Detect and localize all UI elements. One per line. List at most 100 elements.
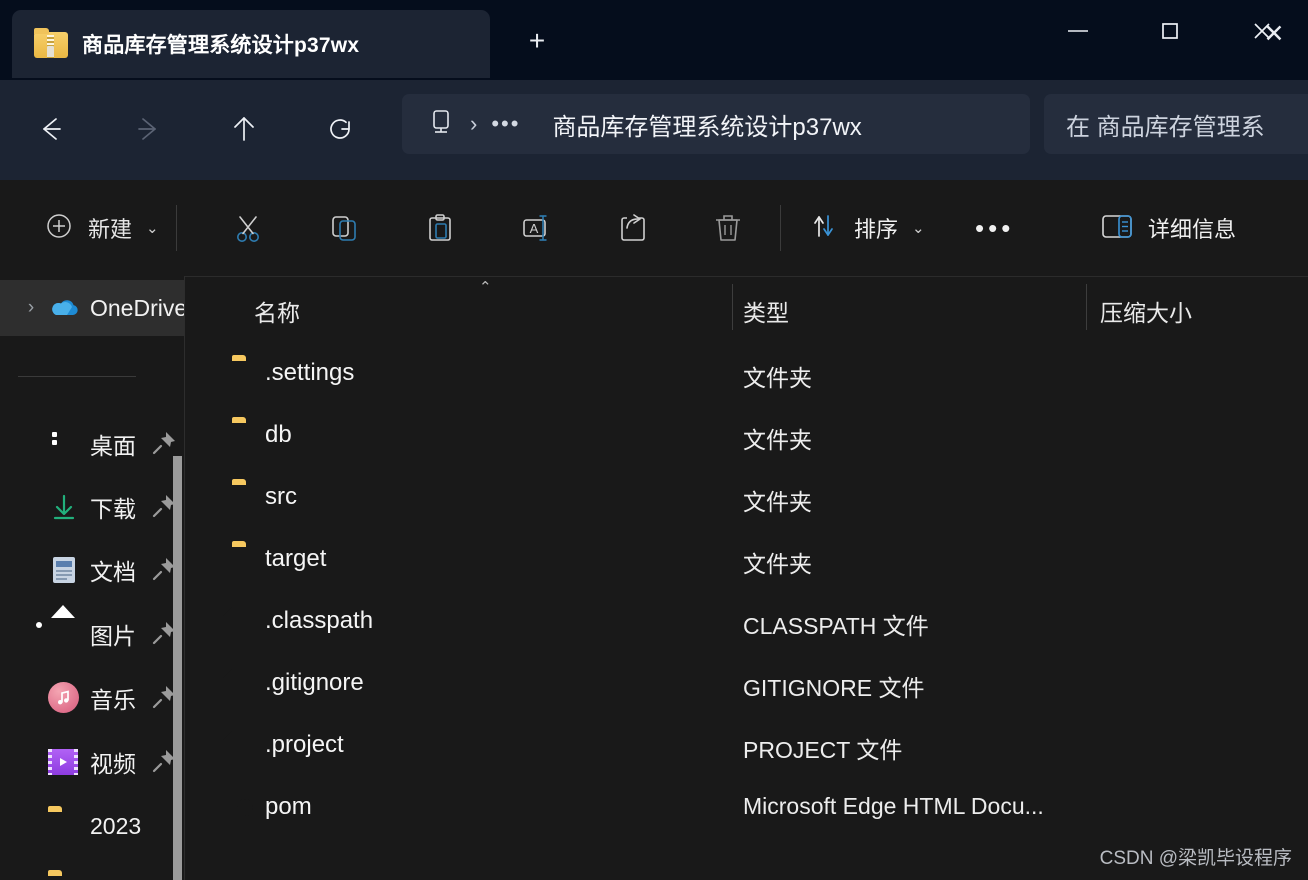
videos-icon bbox=[48, 746, 80, 778]
this-pc-icon[interactable] bbox=[426, 107, 456, 142]
table-row[interactable]: db 文件夹 bbox=[185, 405, 1308, 467]
music-icon bbox=[48, 682, 80, 714]
table-row[interactable]: .project PROJECT 文件 bbox=[185, 715, 1308, 777]
sidebar-item-onedrive[interactable]: › OneDrive bbox=[0, 280, 185, 336]
downloads-icon bbox=[48, 491, 80, 523]
sidebar-item-label: 2023 bbox=[90, 812, 142, 839]
search-box[interactable]: 在 商品库存管理系 bbox=[1044, 94, 1308, 154]
minimize-button[interactable] bbox=[1032, 0, 1124, 62]
sidebar-item-label: 文档 bbox=[90, 559, 136, 585]
sidebar-item-label: 图片 bbox=[90, 623, 136, 649]
folder-icon bbox=[232, 545, 262, 575]
column-header-name[interactable]: 名称 bbox=[254, 294, 300, 328]
chevron-down-icon[interactable]: ⌄ bbox=[146, 219, 159, 237]
table-row[interactable]: src 文件夹 bbox=[185, 467, 1308, 529]
edge-icon bbox=[232, 793, 262, 823]
table-row[interactable]: .gitignore GITIGNORE 文件 bbox=[185, 653, 1308, 715]
svg-text:A: A bbox=[530, 221, 539, 236]
file-type: GITIGNORE 文件 bbox=[743, 675, 925, 701]
sidebar-item-label: 桌面 bbox=[90, 433, 136, 459]
column-header-type[interactable]: 类型 bbox=[743, 294, 789, 328]
file-name: src bbox=[265, 483, 297, 510]
breadcrumb-current-folder[interactable]: 商品库存管理系统设计p37wx bbox=[552, 107, 861, 142]
cut-button[interactable] bbox=[220, 200, 276, 256]
table-row[interactable]: .settings 文件夹 bbox=[185, 343, 1308, 405]
sidebar-item-label: OneDrive bbox=[90, 294, 185, 321]
search-placeholder: 在 商品库存管理系 bbox=[1066, 113, 1265, 141]
sidebar-item-partial[interactable] bbox=[0, 862, 185, 880]
file-type: PROJECT 文件 bbox=[743, 737, 903, 763]
rename-button[interactable]: A bbox=[508, 200, 564, 256]
sidebar-item-label: 下载 bbox=[90, 496, 136, 522]
sidebar-item-label: 视频 bbox=[90, 751, 136, 777]
sort-ascending-indicator: ⌃ bbox=[479, 279, 492, 296]
browser-tab-active[interactable]: 商品库存管理系统设计p37wx bbox=[12, 10, 490, 78]
file-icon bbox=[232, 669, 262, 699]
file-type: Microsoft Edge HTML Docu... bbox=[743, 793, 1044, 819]
folder-icon bbox=[232, 359, 262, 389]
file-name: .settings bbox=[265, 359, 355, 386]
file-icon bbox=[232, 607, 262, 637]
sort-label: 排序 bbox=[854, 217, 899, 242]
sidebar-item-pictures[interactable]: 图片 bbox=[0, 606, 185, 662]
copy-button[interactable] bbox=[316, 200, 372, 256]
table-row[interactable]: pom Microsoft Edge HTML Docu... bbox=[185, 777, 1308, 839]
ellipsis-icon: ••• bbox=[975, 212, 1015, 243]
breadcrumb-overflow-button[interactable]: ••• bbox=[491, 111, 520, 137]
sort-chevron-down-icon[interactable]: ⌄ bbox=[912, 219, 925, 237]
desktop-icon bbox=[48, 428, 80, 460]
details-pane-button[interactable]: 详细信息 bbox=[1100, 200, 1236, 256]
chevron-right-icon[interactable]: › bbox=[14, 297, 48, 319]
new-button[interactable]: 新建 ⌄ bbox=[34, 200, 169, 256]
file-name: target bbox=[265, 545, 327, 572]
pictures-icon bbox=[48, 618, 80, 650]
table-row[interactable]: .classpath CLASSPATH 文件 bbox=[185, 591, 1308, 653]
maximize-button[interactable] bbox=[1124, 0, 1216, 62]
file-type: 文件夹 bbox=[743, 551, 812, 577]
column-divider-2[interactable] bbox=[1086, 284, 1087, 330]
toolbar-divider-1 bbox=[176, 205, 177, 251]
documents-icon bbox=[48, 554, 80, 586]
delete-button[interactable] bbox=[700, 200, 756, 256]
sidebar-item-music[interactable]: 音乐 bbox=[0, 670, 185, 726]
close-window-button[interactable] bbox=[1216, 0, 1308, 62]
sidebar-item-downloads[interactable]: 下载 bbox=[0, 479, 185, 535]
file-type: 文件夹 bbox=[743, 427, 812, 453]
sidebar-scrollbar-thumb[interactable] bbox=[173, 456, 182, 880]
column-header-compressed-size[interactable]: 压缩大小 bbox=[1100, 294, 1192, 328]
sort-icon bbox=[806, 209, 840, 248]
folder-icon bbox=[48, 874, 80, 880]
file-list-pane: ⌃ 名称 类型 压缩大小 .settings 文件夹 db 文件夹 src 文件… bbox=[185, 276, 1308, 880]
up-button[interactable] bbox=[213, 98, 275, 160]
more-options-button[interactable]: ••• bbox=[975, 200, 1014, 256]
table-row[interactable]: target 文件夹 bbox=[185, 529, 1308, 591]
file-name: .classpath bbox=[265, 607, 374, 634]
file-name: .project bbox=[265, 731, 344, 758]
sort-button[interactable]: 排序 ⌄ bbox=[806, 200, 925, 256]
column-header-topline bbox=[185, 276, 1308, 277]
sidebar-item-desktop[interactable]: 桌面 bbox=[0, 416, 185, 472]
address-bar[interactable]: › ••• 商品库存管理系统设计p37wx bbox=[402, 94, 1030, 154]
file-type: CLASSPATH 文件 bbox=[743, 613, 929, 639]
sidebar-item-2023[interactable]: 2023 bbox=[0, 798, 185, 854]
breadcrumb-separator: › bbox=[470, 111, 478, 136]
folder-icon bbox=[232, 421, 262, 451]
refresh-button[interactable] bbox=[309, 98, 371, 160]
file-name: pom bbox=[265, 793, 312, 820]
column-divider-1[interactable] bbox=[732, 284, 733, 330]
window-controls bbox=[1032, 0, 1308, 62]
zip-folder-icon bbox=[34, 28, 68, 58]
new-tab-button[interactable]: + bbox=[515, 24, 559, 60]
file-name: .gitignore bbox=[265, 669, 364, 696]
toolbar-divider-2 bbox=[780, 205, 781, 251]
paste-button[interactable] bbox=[412, 200, 468, 256]
navigation-pane: › OneDrive 桌面 下载 文档 图片 音乐 视频 2023 bbox=[0, 276, 185, 880]
sidebar-item-documents[interactable]: 文档 bbox=[0, 542, 185, 598]
back-button[interactable] bbox=[20, 98, 82, 160]
sidebar-item-videos[interactable]: 视频 bbox=[0, 734, 185, 790]
title-bar: 商品库存管理系统设计p37wx ✕ + bbox=[0, 0, 1308, 80]
folder-icon bbox=[232, 483, 262, 513]
share-button[interactable] bbox=[604, 200, 660, 256]
new-button-label: 新建 bbox=[88, 217, 133, 242]
forward-button[interactable] bbox=[117, 98, 179, 160]
